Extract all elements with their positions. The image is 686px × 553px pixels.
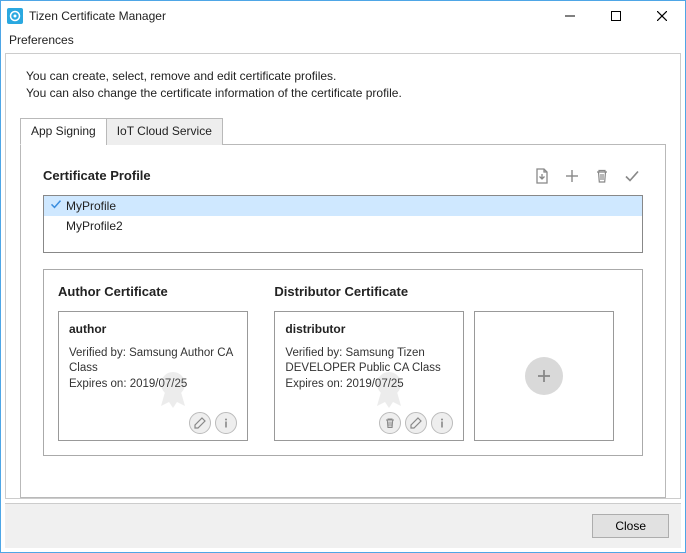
edit-author-cert-button[interactable] <box>189 412 211 434</box>
profile-list[interactable]: MyProfile MyProfile2 <box>43 195 643 253</box>
info-distributor-cert-button[interactable] <box>431 412 453 434</box>
window-title: Tizen Certificate Manager <box>29 9 547 23</box>
profile-toolbar <box>531 165 643 187</box>
import-profile-button[interactable] <box>531 165 553 187</box>
intro-text: You can create, select, remove and edit … <box>26 68 666 103</box>
profile-name: MyProfile2 <box>66 219 123 233</box>
titlebar: Tizen Certificate Manager <box>1 1 685 31</box>
add-distributor-cert-card[interactable] <box>474 311 614 441</box>
tab-body: Certificate Profile <box>20 145 666 498</box>
preferences-menu[interactable]: Preferences <box>1 31 685 53</box>
distributor-certificate-column: Distributor Certificate distributor Veri… <box>274 284 628 441</box>
author-cert-body: Verified by: Samsung Author CA Class Exp… <box>69 346 237 408</box>
window: Tizen Certificate Manager Preferences Yo… <box>0 0 686 553</box>
tab-app-signing[interactable]: App Signing <box>20 118 107 145</box>
distributor-cert-actions <box>285 412 453 434</box>
window-controls <box>547 1 685 31</box>
footer: Close <box>5 503 681 548</box>
plus-icon <box>525 357 563 395</box>
edit-distributor-cert-button[interactable] <box>405 412 427 434</box>
add-profile-button[interactable] <box>561 165 583 187</box>
profile-name: MyProfile <box>66 199 116 213</box>
distributor-cards: distributor Verified by: Samsung Tizen D… <box>274 311 628 441</box>
app-icon <box>5 6 25 26</box>
intro-line-1: You can create, select, remove and edit … <box>26 68 666 85</box>
tab-iot-cloud[interactable]: IoT Cloud Service <box>106 118 223 145</box>
maximize-button[interactable] <box>593 1 639 31</box>
author-cert-card: author Verified by: Samsung Author CA Cl… <box>58 311 248 441</box>
distributor-verified-by: Verified by: Samsung Tizen DEVELOPER Pub… <box>285 346 453 377</box>
minimize-button[interactable] <box>547 1 593 31</box>
close-button[interactable]: Close <box>592 514 669 538</box>
author-certificate-column: Author Certificate author Verified by: S… <box>58 284 254 441</box>
info-author-cert-button[interactable] <box>215 412 237 434</box>
distributor-cert-body: Verified by: Samsung Tizen DEVELOPER Pub… <box>285 346 453 408</box>
profile-row[interactable]: MyProfile <box>44 196 642 216</box>
delete-profile-button[interactable] <box>591 165 613 187</box>
certificates-panel: Author Certificate author Verified by: S… <box>43 269 643 456</box>
active-check-icon <box>50 198 62 213</box>
tab-bar: App Signing IoT Cloud Service <box>20 117 666 145</box>
intro-line-2: You can also change the certificate info… <box>26 85 666 102</box>
content-pane: You can create, select, remove and edit … <box>5 53 681 499</box>
distributor-cert-heading: Distributor Certificate <box>274 284 628 299</box>
profile-heading: Certificate Profile <box>43 168 151 183</box>
author-cert-name: author <box>69 322 237 336</box>
profile-section-header: Certificate Profile <box>43 165 643 187</box>
delete-distributor-cert-button[interactable] <box>379 412 401 434</box>
author-cert-heading: Author Certificate <box>58 284 254 299</box>
set-active-profile-button[interactable] <box>621 165 643 187</box>
author-cert-actions <box>69 412 237 434</box>
distributor-expires: Expires on: 2019/07/25 <box>285 377 453 393</box>
distributor-cert-name: distributor <box>285 322 453 336</box>
author-verified-by: Verified by: Samsung Author CA Class <box>69 346 237 377</box>
close-window-button[interactable] <box>639 1 685 31</box>
author-expires: Expires on: 2019/07/25 <box>69 377 237 393</box>
profile-row[interactable]: MyProfile2 <box>44 216 642 236</box>
distributor-cert-card: distributor Verified by: Samsung Tizen D… <box>274 311 464 441</box>
